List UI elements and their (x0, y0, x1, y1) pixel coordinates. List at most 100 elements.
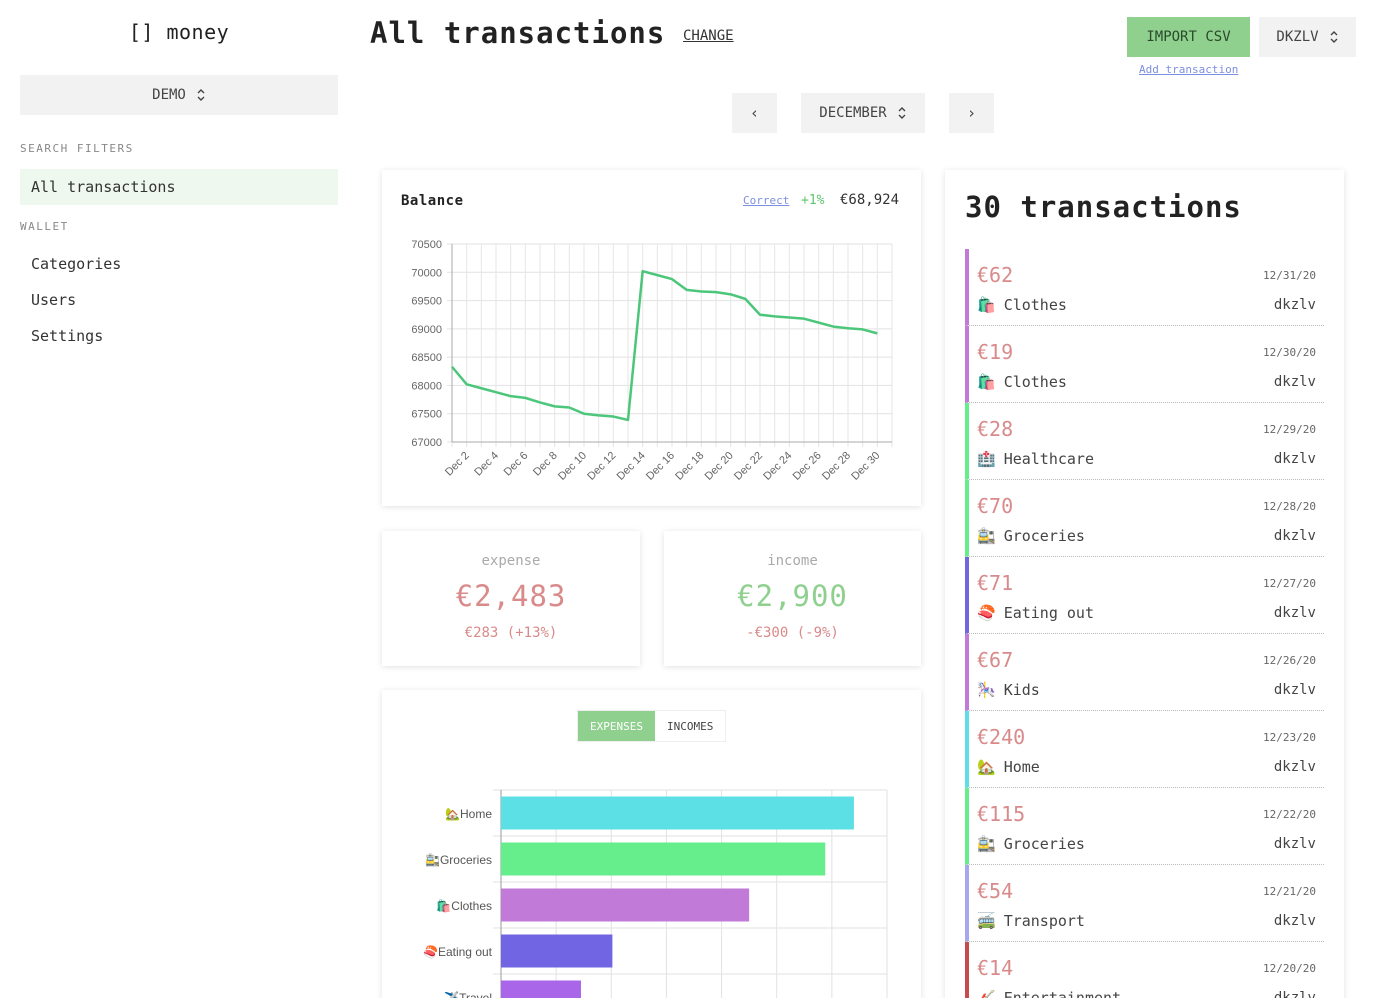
expense-change: €283 (+13%) (464, 625, 558, 641)
transaction-user: dkzlv (1273, 605, 1316, 621)
transaction-item[interactable]: €240 12/23/20 🏡 Home dkzlv (965, 711, 1324, 788)
transaction-date: 12/28/20 (1263, 500, 1316, 513)
transaction-category: 🚉 Groceries (977, 835, 1085, 853)
transaction-item[interactable]: €71 12/27/20 🍣 Eating out dkzlv (965, 557, 1324, 634)
wallet-select[interactable]: DEMO (20, 75, 338, 115)
bar-home (501, 796, 854, 830)
transaction-amount: €70 (977, 494, 1014, 518)
balance-card: 70500 70000 69500 69000 68500 68000 67500 67000… (382, 170, 921, 506)
chevron-updown-icon (898, 107, 906, 119)
category-label: 🚉Groceries (425, 853, 492, 867)
category-emoji-icon: 🚉 (977, 527, 996, 545)
nav-categories[interactable]: Categories (31, 255, 121, 273)
expense-card: expense €2,483 €283 (+13%) (382, 531, 640, 666)
transaction-category: 🛍️ Clothes (977, 373, 1067, 391)
category-emoji-icon: 🎸 (977, 989, 996, 998)
transaction-category: 🚉 Groceries (977, 527, 1085, 545)
x-tick-label: Dec 4 (472, 450, 501, 479)
filter-all-transactions[interactable]: All transactions (20, 169, 338, 205)
category-emoji-icon: 🚉 (977, 835, 996, 853)
balance-title: Balance (401, 193, 464, 209)
correct-balance-link[interactable]: Correct (743, 194, 789, 207)
x-tick-label: Dec 16 (644, 450, 677, 483)
y-tick-label: 67000 (411, 437, 442, 449)
category-emoji-icon: 🍣 (977, 604, 996, 622)
category-name: Clothes (1003, 296, 1067, 314)
transaction-category: 🏥 Healthcare (977, 450, 1094, 468)
category-bar-chart: 🏡Home 🚉Groceries 🛍️Clothes 🍣Eating out ✈️Tra… (423, 789, 888, 998)
transaction-date: 12/23/20 (1263, 731, 1316, 744)
transaction-amount: €28 (977, 417, 1014, 441)
income-value: €2,900 (737, 579, 848, 613)
category-emoji-icon: 🏥 (977, 450, 996, 468)
transaction-item[interactable]: €62 12/31/20 🛍️ Clothes dkzlv (965, 249, 1324, 326)
x-tick-label: Dec 18 (673, 450, 706, 483)
transaction-date: 12/26/20 (1263, 654, 1316, 667)
bar-eating-out (501, 934, 613, 968)
search-filters-label: SEARCH FILTERS (20, 142, 134, 155)
transaction-user: dkzlv (1273, 451, 1316, 467)
transaction-category: 🎸 Entertainment (977, 989, 1121, 998)
transaction-user: dkzlv (1273, 528, 1316, 544)
transaction-date: 12/21/20 (1263, 885, 1316, 898)
nav-settings[interactable]: Settings (31, 327, 103, 345)
transaction-date: 12/31/20 (1263, 269, 1316, 282)
income-label: income (767, 553, 818, 569)
user-select[interactable]: DKZLV (1259, 17, 1356, 57)
x-tick-label: Dec 22 (732, 450, 765, 483)
income-change: -€300 (-9%) (746, 625, 839, 641)
chevron-updown-icon (1330, 31, 1338, 43)
y-tick-label: 68500 (411, 352, 442, 364)
transaction-item[interactable]: €19 12/30/20 🛍️ Clothes dkzlv (965, 326, 1324, 403)
transaction-amount: €62 (977, 263, 1014, 287)
wallet-select-label: DEMO (152, 87, 186, 103)
app-logo[interactable]: [] money (0, 20, 358, 44)
category-emoji-icon: 🎠 (977, 681, 996, 699)
y-tick-label: 69500 (411, 296, 442, 308)
category-label: ✈️Travel (444, 990, 492, 998)
category-name: Groceries (1003, 527, 1085, 545)
add-transaction-link[interactable]: Add transaction (1139, 63, 1238, 76)
transaction-amount: €71 (977, 571, 1014, 595)
y-tick-label: 68000 (411, 380, 442, 392)
transaction-item[interactable]: €70 12/28/20 🚉 Groceries dkzlv (965, 480, 1324, 557)
transaction-item[interactable]: €28 12/29/20 🏥 Healthcare dkzlv (965, 403, 1324, 480)
x-tick-label: Dec 14 (615, 450, 648, 483)
category-emoji-icon: 🏡 (977, 758, 996, 776)
transaction-date: 12/30/20 (1263, 346, 1316, 359)
transaction-amount: €240 (977, 725, 1026, 749)
income-card: income €2,900 -€300 (-9%) (664, 531, 921, 666)
transaction-user: dkzlv (1273, 990, 1316, 998)
expense-value: €2,483 (455, 579, 567, 613)
x-tick-label: Dec 12 (585, 450, 618, 483)
bar-clothes (501, 888, 750, 922)
x-tick-label: Dec 30 (849, 450, 882, 483)
category-name: Home (1003, 758, 1040, 776)
category-label: 🏡Home (445, 807, 492, 821)
y-tick-label: 70000 (411, 267, 442, 279)
category-breakdown-card: EXPENSES INCOMES 🏡Home 🚉Groceries 🛍️Clothe… (382, 690, 921, 998)
category-label: 🍣Eating out (423, 944, 493, 959)
wallet-section-label: WALLET (20, 220, 69, 233)
y-tick-label: 70500 (411, 239, 442, 251)
transaction-date: 12/22/20 (1263, 808, 1316, 821)
category-name: Transport (1003, 912, 1085, 930)
transaction-item[interactable]: €115 12/22/20 🚉 Groceries dkzlv (965, 788, 1324, 865)
transaction-item[interactable]: €67 12/26/20 🎠 Kids dkzlv (965, 634, 1324, 711)
y-tick-label: 67500 (411, 409, 442, 421)
category-name: Groceries (1003, 835, 1085, 853)
transaction-category: 🎠 Kids (977, 681, 1040, 699)
user-select-label: DKZLV (1276, 29, 1319, 45)
transaction-item[interactable]: €54 12/21/20 🚎 Transport dkzlv (965, 865, 1324, 942)
x-tick-label: Dec 28 (820, 450, 853, 483)
month-select[interactable]: DECEMBER (801, 93, 925, 133)
transaction-date: 12/27/20 (1263, 577, 1316, 590)
prev-month-button[interactable]: ‹ (732, 93, 777, 133)
transaction-user: dkzlv (1273, 374, 1316, 390)
import-csv-button[interactable]: IMPORT CSV (1127, 17, 1250, 57)
change-filter-link[interactable]: CHANGE (683, 28, 734, 44)
nav-users[interactable]: Users (31, 291, 76, 309)
next-month-button[interactable]: › (949, 93, 994, 133)
x-tick-label: Dec 6 (502, 450, 531, 479)
transaction-item[interactable]: €14 12/20/20 🎸 Entertainment dkzlv (965, 942, 1324, 998)
